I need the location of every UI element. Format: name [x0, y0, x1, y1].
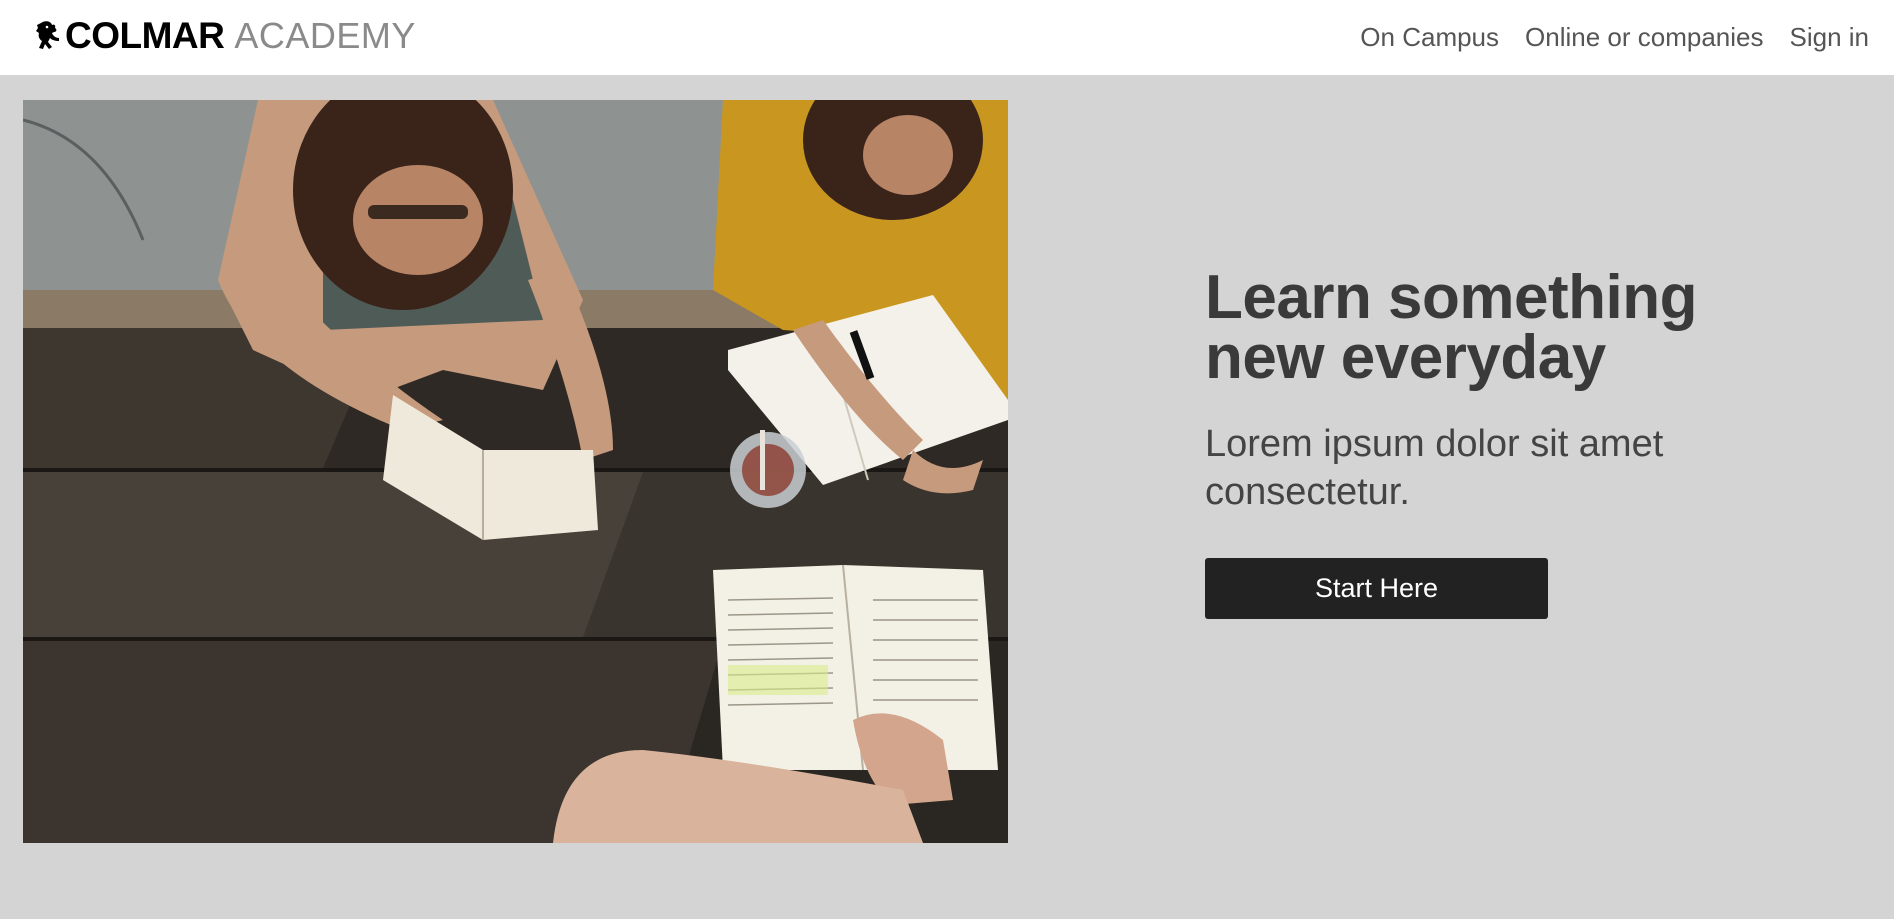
main-nav: On Campus Online or companies Sign in — [1360, 22, 1869, 53]
nav-link-on-campus[interactable]: On Campus — [1360, 22, 1499, 53]
hero-headline-line-1: Learn something — [1205, 263, 1698, 332]
hero-subline-line-1: Lorem ipsum dolor sit amet — [1205, 423, 1664, 465]
hero-copy: Learn something new everyday Lorem ipsum… — [1205, 267, 1805, 619]
lion-rampant-icon — [36, 21, 59, 49]
nav-link-sign-in[interactable]: Sign in — [1790, 22, 1870, 53]
brand-logo[interactable]: COLMAR ACADEMY — [33, 15, 416, 56]
hero-photo-illustration — [23, 100, 1008, 843]
hero-subline: Lorem ipsum dolor sit amet consectetur. — [1205, 420, 1805, 516]
hero-photo — [23, 100, 1008, 843]
hero-headline: Learn something new everyday — [1205, 267, 1805, 389]
brand-name-bold: COLMAR — [65, 15, 225, 56]
brand-name-light: ACADEMY — [234, 15, 416, 56]
site-header: COLMAR ACADEMY On Campus Online or compa… — [0, 0, 1894, 75]
start-here-button[interactable]: Start Here — [1205, 558, 1548, 619]
hero-headline-line-2: new everyday — [1205, 323, 1606, 392]
hero-subline-line-2: consectetur. — [1205, 471, 1410, 513]
nav-link-online-companies[interactable]: Online or companies — [1525, 22, 1763, 53]
